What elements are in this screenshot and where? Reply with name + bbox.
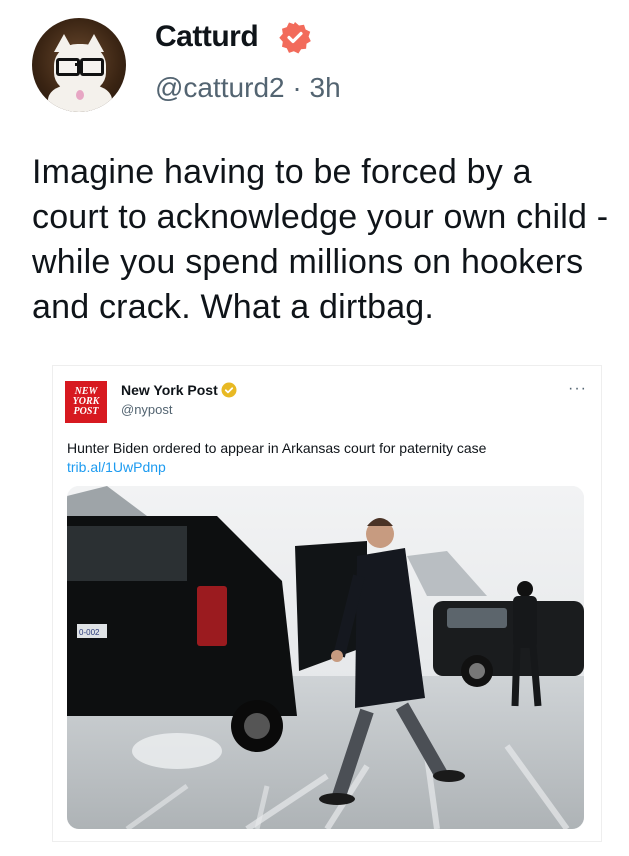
author-handle[interactable]: @catturd2 bbox=[155, 72, 285, 103]
collar-tag bbox=[76, 90, 84, 100]
timestamp[interactable]: 3h bbox=[310, 72, 341, 103]
more-options-icon[interactable]: ··· bbox=[568, 380, 587, 398]
license-plate: 0-002 bbox=[79, 628, 100, 637]
verified-badge-icon bbox=[221, 382, 237, 398]
nypost-logo: NEW YORK POST bbox=[65, 381, 107, 423]
quoted-author-name[interactable]: New York Post bbox=[121, 382, 218, 398]
avatar[interactable] bbox=[32, 18, 126, 112]
author-meta: @catturd2 · 3h bbox=[155, 72, 341, 104]
quoted-link[interactable]: trib.al/1UwPdnp bbox=[67, 459, 166, 475]
quoted-text: Hunter Biden ordered to appear in Arkans… bbox=[67, 440, 487, 456]
photo-illustration: 0-002 bbox=[67, 486, 584, 829]
quoted-author-handle[interactable]: @nypost bbox=[121, 402, 173, 417]
author-name[interactable]: Catturd bbox=[155, 20, 259, 54]
separator: · bbox=[292, 72, 302, 103]
glasses-icon bbox=[56, 58, 104, 76]
news-photo[interactable]: 0-002 bbox=[67, 486, 584, 829]
verified-badge-icon bbox=[279, 22, 311, 54]
quoted-tweet[interactable]: NEW YORK POST New York Post @nypost ··· Hu… bbox=[52, 365, 602, 842]
tweet-text: Imagine having to be forced by a court t… bbox=[32, 153, 609, 326]
